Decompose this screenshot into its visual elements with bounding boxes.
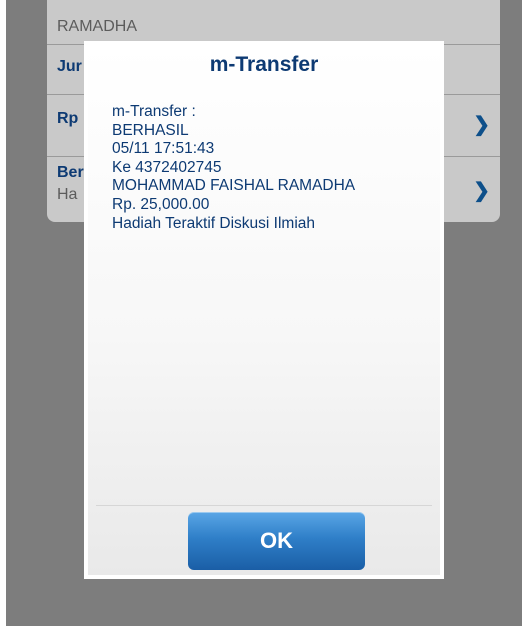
ok-button[interactable]: OK — [188, 512, 365, 570]
message-line-status: BERHASIL — [112, 121, 189, 139]
message-line-destination-account: Ke 4372402745 — [112, 158, 222, 176]
message-line-header: m-Transfer : — [112, 103, 196, 120]
background-description-value: Ha — [57, 186, 78, 203]
chevron-right-icon: ❯ — [473, 114, 490, 136]
app-screen: RAMADHA Jur Rp ❯ Ber Ha ❯ m-Transfer m-T… — [6, 0, 522, 626]
background-rp-label: Rp — [57, 110, 79, 127]
message-line-recipient-name: MOHAMMAD FAISHAL RAMADHA — [112, 177, 356, 195]
message-line-amount: Rp. 25,000.00 — [112, 195, 210, 213]
dialog-message: m-Transfer : BERHASIL 05/11 17:51:43 Ke … — [112, 103, 432, 233]
background-description-label: Ber — [57, 164, 84, 181]
dialog-divider — [96, 505, 432, 506]
transfer-result-dialog: m-Transfer m-Transfer : BERHASIL 05/11 1… — [84, 41, 444, 579]
message-line-description: Hadiah Teraktif Diskusi Ilmiah — [112, 214, 316, 232]
background-account-text: RAMADHA — [57, 18, 138, 35]
dialog-content: m-Transfer m-Transfer : BERHASIL 05/11 1… — [88, 45, 440, 575]
background-amount-label: Jur — [57, 58, 82, 75]
background-account-row: RAMADHA — [47, 0, 500, 45]
dialog-title: m-Transfer — [209, 53, 319, 76]
message-line-datetime: 05/11 17:51:43 — [112, 140, 215, 158]
chevron-right-icon: ❯ — [473, 180, 490, 202]
